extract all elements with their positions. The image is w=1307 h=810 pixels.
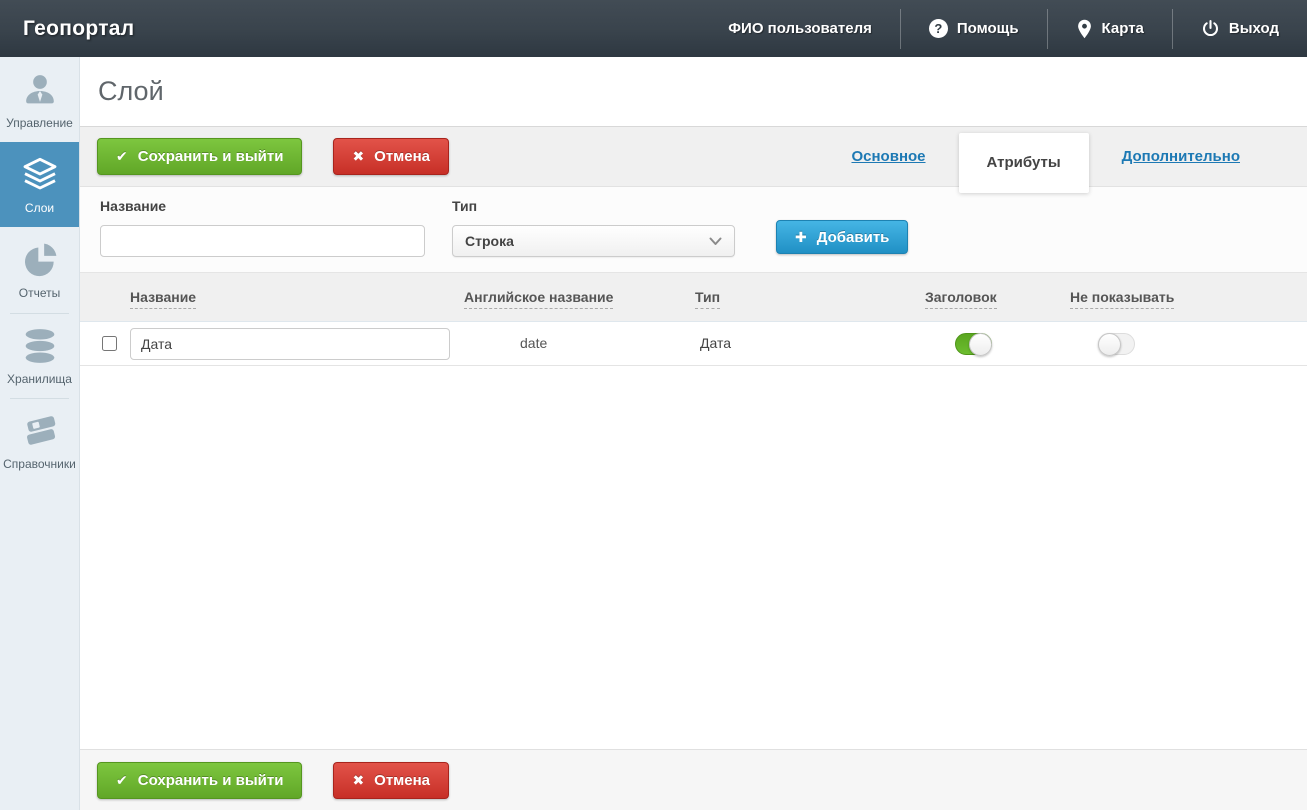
sidebar-item-label: Слои xyxy=(24,201,55,216)
sidebar-item-reports[interactable]: Отчеты xyxy=(0,227,79,312)
row-select-checkbox[interactable] xyxy=(102,336,117,351)
type-label: Тип xyxy=(452,198,478,214)
table-row: date Дата xyxy=(80,322,1307,366)
sidebar-item-label: Справочники xyxy=(3,456,76,471)
sidebar-item-label: Отчеты xyxy=(18,286,61,301)
header-toggle[interactable] xyxy=(955,333,992,356)
name-label: Название xyxy=(100,198,167,214)
sidebar: Управление Слои Отчеты Хранилища Справоч… xyxy=(0,57,80,810)
plus-icon: ✚ xyxy=(795,228,807,245)
layers-icon xyxy=(23,158,56,190)
page-title: Слой xyxy=(98,76,164,106)
sidebar-item-storages[interactable]: Хранилища xyxy=(0,312,79,398)
geoportal-app: Геопортал ФИО пользователя ? Помощь Карт… xyxy=(0,0,1307,810)
attribute-form: Название Тип Строка ✚ Добавить xyxy=(80,187,1307,273)
column-header-header[interactable]: Заголовок xyxy=(925,289,997,309)
main-content: Слой ✔ Сохранить и выйти ✖ Отмена Основн… xyxy=(80,57,1307,810)
help-icon: ? xyxy=(928,19,948,38)
check-icon: ✔ xyxy=(116,771,128,788)
sidebar-item-layers[interactable]: Слои xyxy=(0,142,79,228)
table-empty-area xyxy=(80,366,1307,749)
column-header-type[interactable]: Тип xyxy=(695,289,721,309)
title-bar: Слой xyxy=(80,57,1307,127)
map-pin-icon xyxy=(1077,19,1091,38)
top-toolbar: ✔ Сохранить и выйти ✖ Отмена Основное Ат… xyxy=(80,127,1307,193)
tab-attributes[interactable]: Атрибуты xyxy=(958,132,1089,193)
row-type: Дата xyxy=(700,335,732,351)
pie-chart-icon xyxy=(24,244,56,277)
user-icon xyxy=(25,75,54,104)
toggle-knob xyxy=(1098,333,1121,356)
toggle-knob xyxy=(969,333,992,356)
save-and-exit-button-bottom[interactable]: ✔ Сохранить и выйти xyxy=(97,761,303,799)
sidebar-item-management[interactable]: Управление xyxy=(0,57,79,142)
column-header-name[interactable]: Название xyxy=(130,289,197,309)
save-and-exit-button[interactable]: ✔ Сохранить и выйти xyxy=(97,138,303,175)
tabs: Основное Атрибуты Дополнительно xyxy=(824,127,1307,193)
power-icon xyxy=(1202,19,1218,37)
cancel-button[interactable]: ✖ Отмена xyxy=(333,138,450,175)
type-select-value: Строка xyxy=(465,233,514,249)
topbar-menu: ФИО пользователя ? Помощь Карта Выход xyxy=(700,0,1307,57)
bottom-toolbar: ✔ Сохранить и выйти ✖ Отмена xyxy=(80,749,1307,810)
column-header-english-name[interactable]: Английское название xyxy=(464,289,614,309)
sidebar-item-directories[interactable]: Справочники xyxy=(0,397,79,483)
user-fullname[interactable]: ФИО пользователя xyxy=(700,0,900,57)
hide-toggle[interactable] xyxy=(1098,333,1135,356)
books-icon xyxy=(26,415,55,445)
type-field-group: Тип Строка xyxy=(452,198,735,257)
column-header-hide[interactable]: Не показывать xyxy=(1070,289,1175,309)
sidebar-item-label: Управление xyxy=(6,116,73,130)
cross-icon: ✖ xyxy=(352,148,365,164)
name-input[interactable] xyxy=(100,225,425,257)
tab-additional[interactable]: Дополнительно xyxy=(1095,148,1267,165)
type-select[interactable]: Строка xyxy=(452,225,735,257)
tab-main[interactable]: Основное xyxy=(824,148,952,165)
add-attribute-button[interactable]: ✚ Добавить xyxy=(776,220,909,254)
attributes-table-header: Название Английское название Тип Заголов… xyxy=(80,273,1307,322)
map-button[interactable]: Карта xyxy=(1048,0,1172,57)
row-english-name: date xyxy=(520,335,548,351)
cross-icon: ✖ xyxy=(352,771,365,788)
app-logo: Геопортал xyxy=(23,16,135,40)
cancel-button-bottom[interactable]: ✖ Отмена xyxy=(333,761,450,799)
database-icon xyxy=(25,328,54,363)
name-field-group: Название xyxy=(100,198,425,257)
sidebar-item-label: Хранилища xyxy=(7,371,72,386)
check-icon: ✔ xyxy=(116,148,128,164)
help-button[interactable]: ? Помощь xyxy=(901,0,1047,57)
logout-button[interactable]: Выход xyxy=(1173,0,1307,57)
topbar: Геопортал ФИО пользователя ? Помощь Карт… xyxy=(0,0,1307,57)
row-name-input[interactable] xyxy=(130,328,450,360)
chevron-down-icon xyxy=(709,237,722,245)
